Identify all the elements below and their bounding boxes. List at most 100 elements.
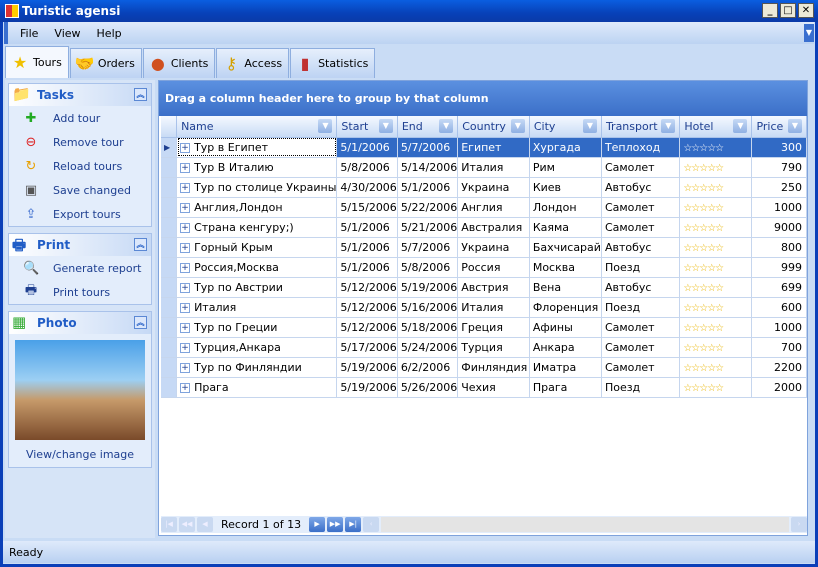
filter-dropdown-icon[interactable]: ▼ bbox=[661, 119, 676, 133]
cell-end[interactable]: 5/16/2006 bbox=[397, 297, 459, 318]
cell-price[interactable]: 250 bbox=[751, 177, 807, 198]
cell-transport[interactable]: Самолет bbox=[601, 217, 681, 238]
cell-city[interactable]: Анкара bbox=[529, 337, 602, 358]
cell-hotel[interactable]: ☆☆☆☆☆ bbox=[679, 197, 753, 218]
cell-transport[interactable]: Самолет bbox=[601, 317, 681, 338]
cell-hotel[interactable]: ☆☆☆☆☆ bbox=[679, 137, 753, 158]
cell-name[interactable]: + Англия,Лондон bbox=[176, 197, 338, 218]
row-indicator[interactable] bbox=[161, 237, 178, 258]
cell-hotel[interactable]: ☆☆☆☆☆ bbox=[679, 377, 753, 398]
cell-name[interactable]: + Тур по столице Украины bbox=[176, 177, 338, 198]
menu-help[interactable]: Help bbox=[97, 27, 122, 40]
row-indicator[interactable] bbox=[161, 337, 178, 358]
row-indicator[interactable] bbox=[161, 257, 178, 278]
tab-clients[interactable]: ● Clients bbox=[142, 48, 216, 78]
collapse-icon[interactable]: ︽ bbox=[134, 238, 147, 251]
cell-city[interactable]: Бахчисарай bbox=[529, 237, 602, 258]
expand-icon[interactable]: + bbox=[180, 302, 191, 313]
cell-start[interactable]: 5/19/2006 bbox=[336, 357, 398, 378]
cell-country[interactable]: Украина bbox=[457, 177, 530, 198]
column-header-transport[interactable]: Transport ▼ bbox=[601, 116, 681, 138]
menu-view[interactable]: View bbox=[54, 27, 80, 40]
filter-dropdown-icon[interactable]: ▼ bbox=[582, 119, 597, 133]
cell-country[interactable]: Греция bbox=[457, 317, 530, 338]
cell-start[interactable]: 5/12/2006 bbox=[336, 297, 398, 318]
cell-end[interactable]: 5/26/2006 bbox=[397, 377, 459, 398]
cell-name[interactable]: + Тур В Италию bbox=[176, 157, 338, 178]
cell-country[interactable]: Италия bbox=[457, 157, 530, 178]
cell-transport[interactable]: Автобус bbox=[601, 277, 681, 298]
cell-name[interactable]: + Тур по Австрии bbox=[176, 277, 338, 298]
cell-city[interactable]: Рим bbox=[529, 157, 602, 178]
row-indicator[interactable] bbox=[161, 217, 178, 238]
chevron-down-icon[interactable]: ▼ bbox=[804, 24, 814, 42]
cell-start[interactable]: 5/19/2006 bbox=[336, 377, 398, 398]
cell-name[interactable]: + Тур по Финляндии bbox=[176, 357, 338, 378]
close-button[interactable]: ✕ bbox=[798, 3, 814, 18]
column-header-end[interactable]: End ▼ bbox=[397, 116, 459, 138]
cell-city[interactable]: Лондон bbox=[529, 197, 602, 218]
tab-access[interactable]: ⚷ Access bbox=[216, 48, 290, 78]
tab-tours[interactable]: ★ Tours bbox=[5, 46, 69, 78]
task-add-tour[interactable]: ✚ Add tour bbox=[9, 106, 151, 130]
filter-dropdown-icon[interactable]: ▼ bbox=[439, 119, 454, 133]
cell-hotel[interactable]: ☆☆☆☆☆ bbox=[679, 277, 753, 298]
cell-start[interactable]: 5/12/2006 bbox=[336, 317, 398, 338]
row-indicator[interactable] bbox=[161, 297, 178, 318]
first-record-button[interactable]: |◀ bbox=[161, 517, 177, 532]
menu-file[interactable]: File bbox=[20, 27, 38, 40]
cell-transport[interactable]: Автобус bbox=[601, 177, 681, 198]
column-header-country[interactable]: Country ▼ bbox=[457, 116, 530, 138]
cell-start[interactable]: 5/1/2006 bbox=[336, 137, 398, 158]
cell-name[interactable]: + Турция,Анкара bbox=[176, 337, 338, 358]
cell-transport[interactable]: Самолет bbox=[601, 357, 681, 378]
cell-country[interactable]: Англия bbox=[457, 197, 530, 218]
tasks-header[interactable]: 📁 Tasks ︽ bbox=[9, 84, 151, 106]
scroll-left-button[interactable]: ‹ bbox=[363, 517, 380, 532]
cell-start[interactable]: 5/8/2006 bbox=[336, 157, 398, 178]
column-header-hotel[interactable]: Hotel ▼ bbox=[679, 116, 753, 138]
cell-city[interactable]: Прага bbox=[529, 377, 602, 398]
cell-price[interactable]: 2000 bbox=[751, 377, 807, 398]
tab-statistics[interactable]: ▮ Statistics bbox=[290, 48, 376, 78]
cell-country[interactable]: Турция bbox=[457, 337, 530, 358]
cell-hotel[interactable]: ☆☆☆☆☆ bbox=[679, 237, 753, 258]
table-row[interactable]: + Турция,Анкара 5/17/2006 5/24/2006 Турция Ан… bbox=[161, 337, 807, 358]
task-remove-tour[interactable]: ⊖ Remove tour bbox=[9, 130, 151, 154]
cell-hotel[interactable]: ☆☆☆☆☆ bbox=[679, 297, 753, 318]
row-indicator[interactable] bbox=[161, 357, 178, 378]
cell-price[interactable]: 300 bbox=[751, 137, 807, 158]
cell-country[interactable]: Австрия bbox=[457, 277, 530, 298]
cell-country[interactable]: Финляндия bbox=[457, 357, 530, 378]
task-export-tours[interactable]: ⇪ Export tours bbox=[9, 202, 151, 226]
collapse-icon[interactable]: ︽ bbox=[134, 316, 147, 329]
table-row[interactable]: + Тур по столице Украины 4/30/2006 5/1/2006… bbox=[161, 177, 807, 198]
cell-country[interactable]: Россия bbox=[457, 257, 530, 278]
last-record-button[interactable]: ▶| bbox=[345, 517, 362, 532]
cell-name[interactable]: + Италия bbox=[176, 297, 338, 318]
expand-icon[interactable]: + bbox=[180, 362, 191, 373]
cell-transport[interactable]: Самолет bbox=[601, 157, 681, 178]
cell-city[interactable]: Каяма bbox=[529, 217, 602, 238]
prev-record-button[interactable]: ◀ bbox=[197, 517, 213, 532]
cell-city[interactable]: Иматра bbox=[529, 357, 602, 378]
collapse-icon[interactable]: ︽ bbox=[134, 88, 147, 101]
table-row[interactable]: + Прага 5/19/2006 5/26/2006 Чехия Прага Поезд ☆… bbox=[161, 377, 807, 398]
row-indicator[interactable] bbox=[161, 317, 178, 338]
print-print-tours[interactable]: 🖶 Print tours bbox=[9, 280, 151, 304]
cell-country[interactable]: Украина bbox=[457, 237, 530, 258]
print-header[interactable]: 🖶 Print ︽ bbox=[9, 234, 151, 256]
cell-city[interactable]: Афины bbox=[529, 317, 602, 338]
filter-dropdown-icon[interactable]: ▼ bbox=[318, 119, 333, 133]
cell-price[interactable]: 699 bbox=[751, 277, 807, 298]
expand-icon[interactable]: + bbox=[180, 182, 191, 193]
cell-name[interactable]: + Страна кенгуру;) bbox=[176, 217, 338, 238]
row-indicator[interactable] bbox=[161, 377, 178, 398]
column-header-name[interactable]: Name ▼ bbox=[176, 116, 338, 138]
cell-name[interactable]: + Горный Крым bbox=[176, 237, 338, 258]
expand-icon[interactable]: + bbox=[180, 142, 191, 153]
cell-transport[interactable]: Поезд bbox=[601, 297, 681, 318]
cell-price[interactable]: 2200 bbox=[751, 357, 807, 378]
cell-start[interactable]: 4/30/2006 bbox=[336, 177, 398, 198]
table-row[interactable]: + Россия,Москва 5/1/2006 5/8/2006 Россия Моск… bbox=[161, 257, 807, 278]
